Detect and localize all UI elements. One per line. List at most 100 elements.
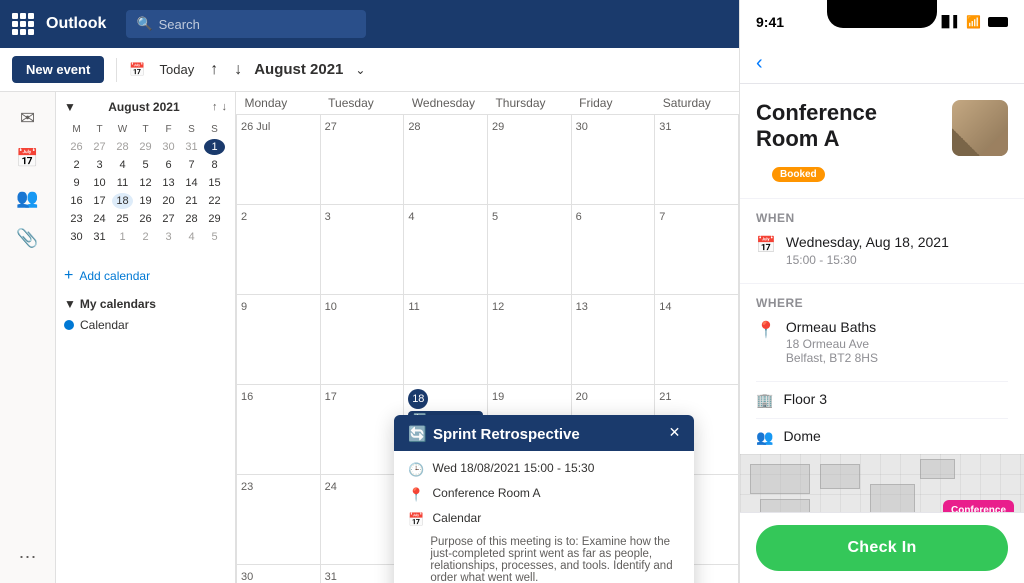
add-calendar-button[interactable]: + Add calendar — [64, 259, 227, 293]
mini-cal-day[interactable]: 31 — [89, 229, 110, 245]
today-button[interactable]: Today — [156, 58, 199, 81]
mini-cal-day[interactable]: 26 — [135, 211, 156, 227]
mini-cal-day[interactable]: 21 — [181, 193, 202, 209]
mini-cal-day[interactable]: 23 — [66, 211, 87, 227]
mini-cal-day[interactable]: 30 — [66, 229, 87, 245]
mini-cal-next[interactable]: ↓ — [222, 101, 228, 113]
mini-cal-day[interactable]: 1 — [112, 229, 133, 245]
mini-cal-day[interactable]: 17 — [89, 193, 110, 209]
cell-26jul[interactable]: 26 Jul — [237, 115, 321, 205]
cell-16aug[interactable]: 16 — [237, 385, 321, 475]
mini-cal-day[interactable]: 30 — [158, 139, 179, 155]
calendar-item-label: Calendar — [80, 318, 129, 332]
cell-2aug[interactable]: 2 — [237, 205, 321, 295]
mini-cal-day[interactable]: 10 — [89, 175, 110, 191]
calendar-grid-wrap[interactable]: Monday Tuesday Wednesday Thursday Friday… — [236, 92, 739, 583]
cell-11aug[interactable]: 11 — [404, 295, 488, 385]
cell-12aug[interactable]: 12 — [487, 295, 571, 385]
popup-close-button[interactable]: ✕ — [669, 425, 681, 439]
mini-cal-day[interactable]: 11 — [112, 175, 133, 191]
cell-31aug[interactable]: 31 — [320, 565, 404, 583]
mini-cal-day[interactable]: 20 — [158, 193, 179, 209]
search-bar[interactable]: 🔍 — [126, 10, 366, 38]
cell-27jul[interactable]: 27 — [320, 115, 404, 205]
popup-datetime: Wed 18/08/2021 15:00 - 15:30 — [433, 461, 595, 475]
booked-badge: Booked — [772, 167, 825, 182]
cell-5aug[interactable]: 5 — [487, 205, 571, 295]
cell-17aug[interactable]: 17 — [320, 385, 404, 475]
mini-cal-day[interactable]: 19 — [135, 193, 156, 209]
mini-cal-day[interactable]: 31 — [181, 139, 202, 155]
search-input[interactable] — [159, 17, 357, 32]
back-button[interactable]: ‹ — [756, 52, 763, 75]
mini-cal-day[interactable]: 25 — [112, 211, 133, 227]
my-calendars-header[interactable]: ▼ My calendars — [64, 293, 227, 315]
mini-cal-day[interactable]: 27 — [158, 211, 179, 227]
checkin-button[interactable]: Check In — [756, 525, 1008, 571]
mini-cal-day[interactable]: 29 — [135, 139, 156, 155]
prev-button[interactable]: ↑ — [206, 57, 222, 83]
mini-cal-day[interactable]: 13 — [158, 175, 179, 191]
mini-cal-day[interactable]: 28 — [112, 139, 133, 155]
mini-cal-collapse-icon[interactable]: ▼ — [64, 100, 76, 114]
mobile-content: Conference Room A Booked When 📅 Wednesda… — [740, 84, 1024, 512]
mini-cal-prev[interactable]: ↑ — [212, 101, 218, 113]
when-detail: Wednesday, Aug 18, 2021 15:00 - 15:30 — [786, 233, 949, 267]
col-friday: Friday — [571, 92, 655, 115]
cell-14aug[interactable]: 14 — [655, 295, 739, 385]
cell-30jul[interactable]: 30 — [571, 115, 655, 205]
mini-cal-day[interactable]: 5 — [135, 157, 156, 173]
cell-23aug[interactable]: 23 — [237, 475, 321, 565]
mini-cal-day[interactable]: 24 — [89, 211, 110, 227]
cell-31jul[interactable]: 31 — [655, 115, 739, 205]
mini-cal-day[interactable]: 16 — [66, 193, 87, 209]
cell-18aug[interactable]: 18 🔄 15:00 Sprint Retrospe... 🔄 — [404, 385, 488, 475]
cell-30aug[interactable]: 30 — [237, 565, 321, 583]
cell-13aug[interactable]: 13 — [571, 295, 655, 385]
mini-cal-day[interactable]: 27 — [89, 139, 110, 155]
cell-10aug[interactable]: 10 — [320, 295, 404, 385]
sidebar-icon-people[interactable]: 👥 — [10, 180, 46, 216]
mini-cal-day[interactable]: 9 — [66, 175, 87, 191]
cell-4aug[interactable]: 4 — [404, 205, 488, 295]
sidebar-icon-mail[interactable]: ✉ — [10, 100, 46, 136]
mini-cal-day[interactable]: 2 — [135, 229, 156, 245]
cell-6aug[interactable]: 6 — [571, 205, 655, 295]
mini-cal-day[interactable]: 14 — [181, 175, 202, 191]
mini-cal-day[interactable]: 3 — [158, 229, 179, 245]
mini-cal-day[interactable]: 12 — [135, 175, 156, 191]
mini-cal-day[interactable]: 2 — [66, 157, 87, 173]
month-dropdown-button[interactable]: ⌄ — [351, 59, 369, 81]
calendar-item-calendar[interactable]: Calendar — [64, 315, 227, 335]
mini-cal-day[interactable]: 6 — [158, 157, 179, 173]
cell-24aug[interactable]: 24 — [320, 475, 404, 565]
mini-cal-day[interactable]: 28 — [181, 211, 202, 227]
cell-9aug[interactable]: 9 — [237, 295, 321, 385]
waffle-icon[interactable] — [12, 13, 34, 35]
mini-cal-day[interactable]: 3 — [89, 157, 110, 173]
calendar-grid: Monday Tuesday Wednesday Thursday Friday… — [236, 92, 739, 583]
when-time: 15:00 - 15:30 — [786, 253, 949, 267]
mini-cal-day[interactable]: 7 — [181, 157, 202, 173]
cell-7aug[interactable]: 7 — [655, 205, 739, 295]
sidebar-icon-tasks[interactable]: 📎 — [10, 220, 46, 256]
cell-3aug[interactable]: 3 — [320, 205, 404, 295]
mini-cal-day[interactable]: 15 — [204, 175, 225, 191]
where-section: Where 📍 Ormeau Baths 18 Ormeau Ave Belfa… — [740, 283, 1024, 382]
mini-cal-day[interactable]: 5 — [204, 229, 225, 245]
sidebar-icon-calendar[interactable]: 📅 — [10, 140, 46, 176]
mini-cal-day[interactable]: 26 — [66, 139, 87, 155]
mini-cal-day[interactable]: 29 — [204, 211, 225, 227]
mini-cal-day[interactable]: 1 — [204, 139, 225, 155]
mini-cal-day[interactable]: 4 — [181, 229, 202, 245]
next-button[interactable]: ↓ — [230, 57, 246, 83]
cell-28jul[interactable]: 28 — [404, 115, 488, 205]
sidebar-icon-apps[interactable]: ⋯ — [10, 539, 46, 575]
mini-cal-day[interactable]: 4 — [112, 157, 133, 173]
wifi-icon: 📶 — [966, 15, 981, 29]
mini-cal-day[interactable]: 22 — [204, 193, 225, 209]
cell-29jul[interactable]: 29 — [487, 115, 571, 205]
new-event-button[interactable]: New event — [12, 56, 104, 83]
mini-cal-day[interactable]: 8 — [204, 157, 225, 173]
mini-cal-day[interactable]: 18 — [112, 193, 133, 209]
